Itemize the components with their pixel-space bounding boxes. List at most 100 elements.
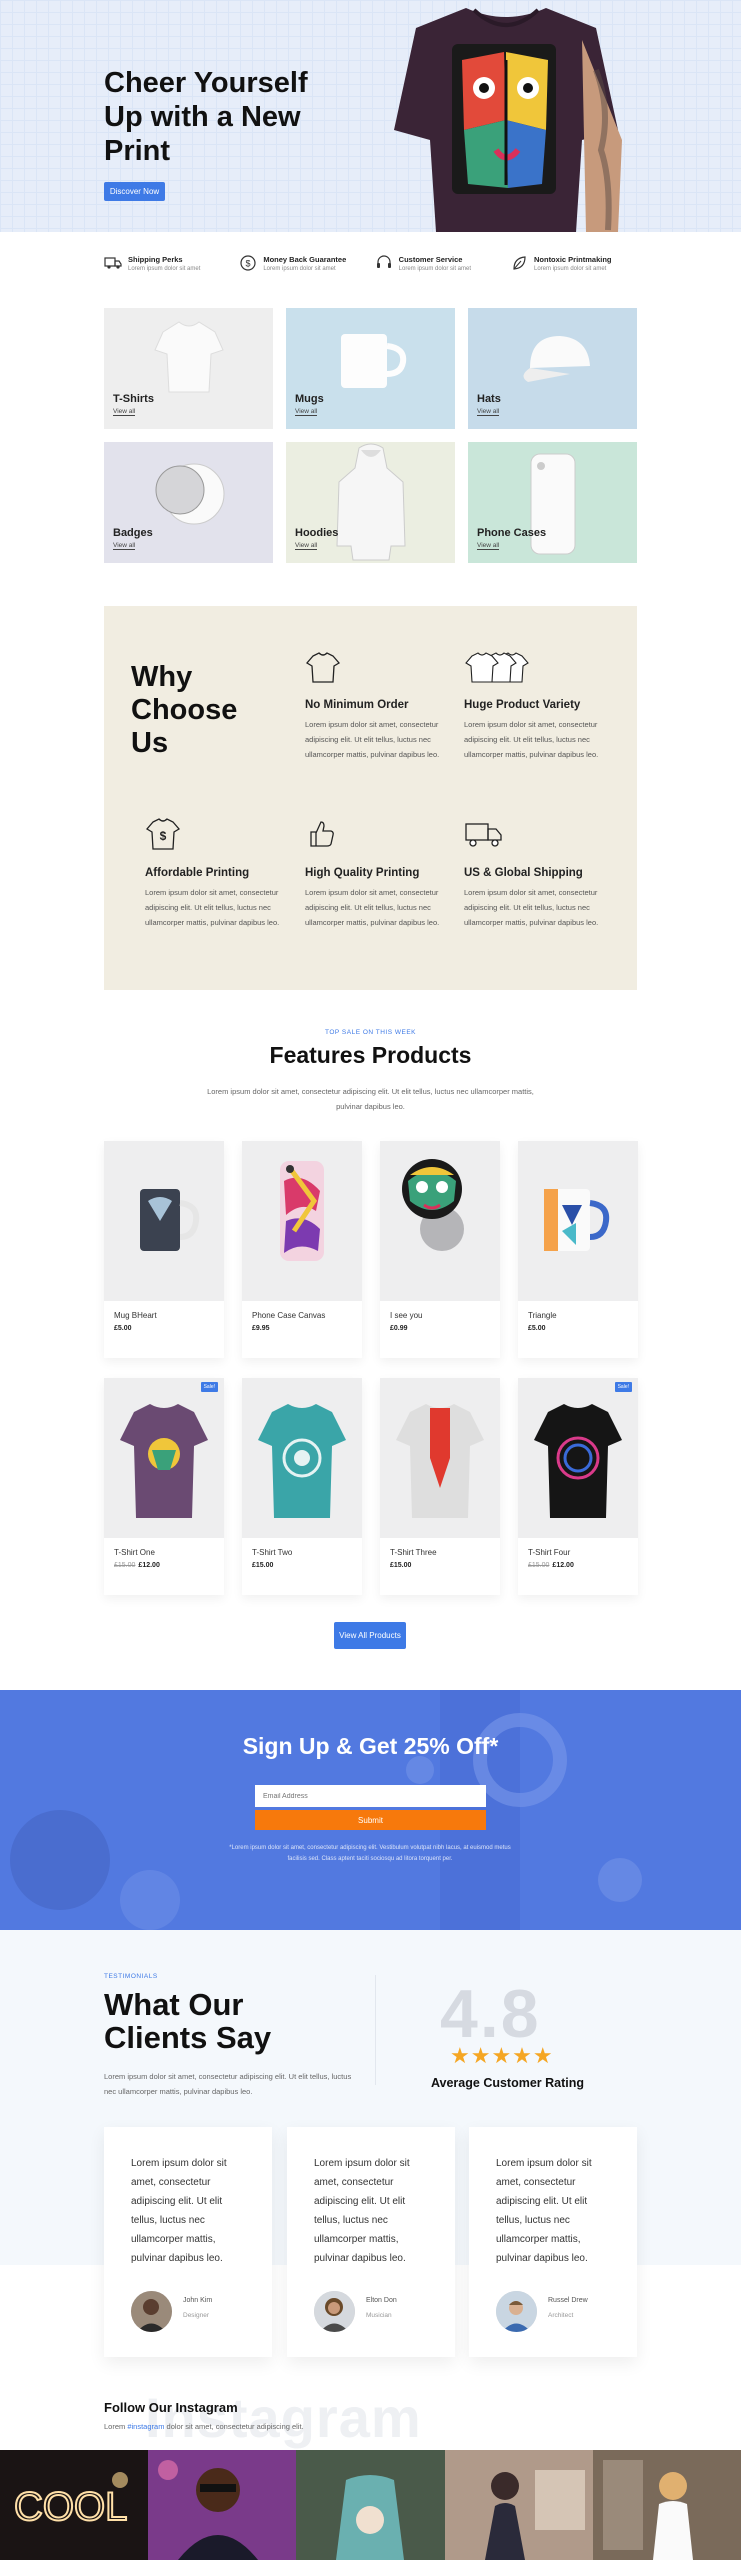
product-price: £9.95 (252, 1325, 270, 1332)
category-hats[interactable]: Hats View all (468, 308, 637, 429)
product-card[interactable]: T-Shirt Three £15.00 (380, 1378, 500, 1595)
product-card[interactable]: T-Shirt Two £15.00 (242, 1378, 362, 1595)
view-all-link[interactable]: View all (477, 542, 500, 550)
category-mugs[interactable]: Mugs View all (286, 308, 455, 429)
why-item-title: No Minimum Order (305, 699, 409, 711)
headset-icon (376, 255, 391, 268)
product-price: £15.00 (390, 1562, 411, 1569)
view-all-products-button[interactable]: View All Products (334, 1622, 406, 1649)
product-card[interactable]: Phone Case Canvas £9.95 (242, 1141, 362, 1358)
instagram-photo[interactable] (592, 2450, 741, 2560)
price-current: £5.00 (528, 1325, 546, 1332)
price-current: £12.00 (552, 1562, 574, 1569)
product-image[interactable]: Sale! (104, 1378, 224, 1538)
sale-badge: Sale! (200, 1382, 218, 1392)
instagram-photo[interactable] (296, 2450, 445, 2560)
instagram-desc-text: dolor sit amet, consectetur adipiscing e… (164, 2422, 304, 2431)
instagram-watermark: Instagram (145, 2386, 422, 2449)
product-card[interactable]: Triangle £5.00 (518, 1141, 638, 1358)
why-item: $ Affordable Printing Lorem ipsum dolor … (145, 816, 285, 930)
submit-button[interactable]: Submit (255, 1810, 486, 1830)
product-name[interactable]: I see you (390, 1311, 422, 1320)
price-current: £12.00 (138, 1562, 160, 1569)
feature-text: Lorem ipsum dolor sit amet (263, 265, 336, 272)
category-badges[interactable]: Badges View all (104, 442, 273, 563)
tshirt-photo (120, 1404, 208, 1518)
product-name[interactable]: T-Shirt Three (390, 1548, 437, 1557)
discover-now-button[interactable]: Discover Now (104, 182, 165, 201)
testimonial-card: Lorem ipsum dolor sit amet, consectetur … (469, 2127, 637, 2357)
why-item-text: Lorem ipsum dolor sit amet, consectetur … (305, 720, 440, 759)
category-name: Phone Cases (477, 527, 547, 539)
product-image[interactable] (242, 1378, 362, 1538)
divider (375, 1975, 376, 2085)
email-field[interactable] (255, 1785, 486, 1807)
mug-photo (544, 1189, 610, 1251)
price-current: £5.00 (114, 1325, 132, 1332)
product-name[interactable]: Phone Case Canvas (252, 1311, 325, 1320)
feature-customer-service: Customer Service Lorem ipsum dolor sit am… (375, 248, 503, 278)
product-price: £15.00 £12.00 (114, 1562, 160, 1569)
price-old: £15.00 (114, 1562, 136, 1569)
product-card[interactable]: Sale! T-Shirt Four £15.00 £12.00 (518, 1378, 638, 1595)
feature-title: Money Back Guarantee (263, 254, 347, 264)
instagram-description: Lorem #instagram dolor sit amet, consect… (104, 2422, 304, 2431)
product-image[interactable]: Sale! (518, 1378, 638, 1538)
view-all-link[interactable]: View all (295, 542, 318, 550)
feature-text: Lorem ipsum dolor sit amet (533, 265, 607, 272)
avatar (314, 2291, 355, 2332)
rating-number: 4.8 (440, 1976, 541, 2052)
tshirt-photo (396, 1404, 484, 1518)
feature-nontoxic: Nontoxic Printmaking Lorem ipsum dolor si… (510, 248, 638, 278)
testimonials-title: What Our Clients Say (104, 1987, 272, 2055)
view-all-link[interactable]: View all (295, 408, 318, 416)
product-image[interactable] (104, 1141, 224, 1301)
phone-case-photo (280, 1161, 324, 1261)
testimonial-card: Lorem ipsum dolor sit amet, consectetur … (287, 2127, 455, 2357)
avatar (496, 2291, 537, 2332)
product-name[interactable]: T-Shirt One (114, 1548, 155, 1557)
instagram-link[interactable]: #instagram (127, 2422, 164, 2431)
instagram-photo[interactable] (148, 2450, 297, 2560)
price-current: £9.95 (252, 1325, 270, 1332)
product-image[interactable] (380, 1378, 500, 1538)
product-image[interactable] (380, 1141, 500, 1301)
why-item-text: Lorem ipsum dolor sit amet, consectetur … (464, 888, 599, 927)
category-hoodies[interactable]: Hoodies View all (286, 442, 455, 563)
testimonial-quote: Lorem ipsum dolor sit amet, consectetur … (314, 2158, 410, 2264)
why-item: High Quality Printing Lorem ipsum dolor … (305, 816, 445, 930)
why-choose-us-section: Why Choose Us No Minimum Order Lorem ips… (104, 606, 637, 990)
category-tshirts[interactable]: T-Shirts View all (104, 308, 273, 429)
product-card[interactable]: I see you £0.99 (380, 1141, 500, 1358)
product-card[interactable]: Sale! T-Shirt One £15.00 £12.00 (104, 1378, 224, 1595)
price-current: £15.00 (390, 1562, 412, 1569)
category-name: Mugs (295, 393, 324, 405)
product-name[interactable]: Mug BHeart (114, 1311, 157, 1320)
product-name[interactable]: T-Shirt Two (252, 1548, 292, 1557)
view-all-link[interactable]: View all (113, 542, 136, 550)
instagram-title: Follow Our Instagram (104, 2400, 238, 2415)
instagram-photo[interactable] (444, 2450, 593, 2560)
features-bar: Shipping Perks Lorem ipsum dolor sit amet… (104, 248, 638, 278)
featured-tag: TOP SALE ON THIS WEEK (324, 1029, 417, 1036)
client-role: Architect (548, 2312, 574, 2319)
testimonial-quote: Lorem ipsum dolor sit amet, consectetur … (496, 2158, 592, 2264)
product-image[interactable] (242, 1141, 362, 1301)
client-role: Musician (366, 2312, 392, 2319)
signup-title: Sign Up & Get 25% Off* (242, 1733, 499, 1759)
eco-leaf-icon (513, 256, 526, 270)
svg-text:COOL: COOL (14, 2485, 127, 2529)
instagram-photo[interactable]: COOL (0, 2450, 149, 2560)
sale-badge: Sale! (614, 1382, 632, 1392)
product-name[interactable]: T-Shirt Four (528, 1548, 570, 1557)
view-all-link[interactable]: View all (113, 408, 136, 416)
product-image[interactable] (518, 1141, 638, 1301)
hero-tshirt-image (394, 8, 622, 232)
why-item-text: Lorem ipsum dolor sit amet, consectetur … (464, 720, 599, 759)
category-phone-cases[interactable]: Phone Cases View all (468, 442, 637, 563)
product-name[interactable]: Triangle (528, 1311, 557, 1320)
view-all-link[interactable]: View all (477, 408, 500, 416)
product-card[interactable]: Mug BHeart £5.00 (104, 1141, 224, 1358)
thumbs-up-icon (310, 821, 334, 847)
phone-case-photo (530, 453, 576, 555)
